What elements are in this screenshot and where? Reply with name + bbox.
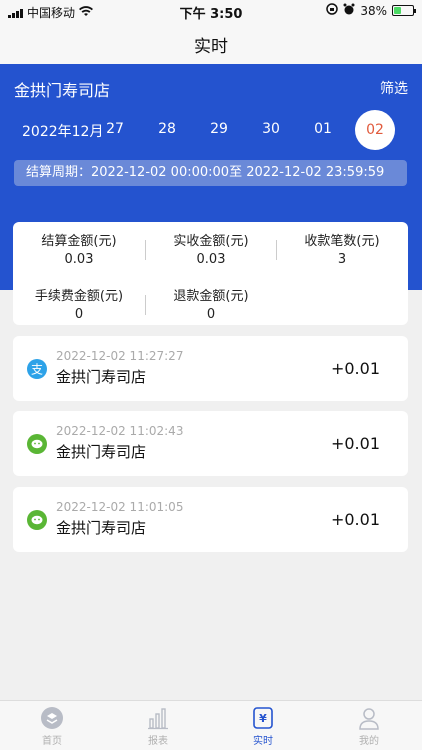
nav-bar: 实时 <box>0 22 422 64</box>
rotation-lock-icon <box>326 3 339 18</box>
battery-percent: 38% <box>360 3 387 18</box>
transaction-item[interactable]: 2022-12-02 11:01:05 金拱门寿司店 +0.01 <box>13 487 408 552</box>
transaction-time: 2022-12-02 11:01:05 <box>56 500 184 514</box>
stat-label: 实收金额(元) <box>173 234 249 249</box>
settlement-period: 结算周期：2022-12-02 00:00:00至 2022-12-02 23:… <box>14 160 407 186</box>
wechat-pay-icon <box>27 510 47 530</box>
summary-card: 结算金额(元) 0.03 实收金额(元) 0.03 收款笔数(元) 3 手续费金… <box>13 222 408 325</box>
transaction-item[interactable]: 2022-12-02 11:02:43 金拱门寿司店 +0.01 <box>13 411 408 476</box>
tab-home[interactable]: 首页 <box>22 705 82 747</box>
filter-button[interactable]: 筛选 <box>380 78 408 98</box>
transaction-store: 金拱门寿司店 <box>56 443 147 461</box>
profile-icon <box>359 708 379 730</box>
transaction-amount: +0.01 <box>330 434 380 453</box>
alipay-icon: 支 <box>27 359 47 379</box>
date-item[interactable]: 30 <box>256 121 286 137</box>
received-amount-stat: 实收金额(元) 0.03 <box>145 230 277 267</box>
svg-text:¥: ¥ <box>259 712 267 725</box>
transaction-amount: +0.01 <box>330 359 380 378</box>
svg-text:支: 支 <box>31 363 43 377</box>
yuan-realtime-icon: ¥ <box>253 707 273 729</box>
wechat-pay-icon <box>27 434 47 454</box>
tab-label: 我的 <box>359 736 379 747</box>
fee-amount-stat: 手续费金额(元) 0 <box>13 285 145 322</box>
tab-report[interactable]: 报表 <box>128 705 188 747</box>
transaction-amount: +0.01 <box>330 510 380 529</box>
tab-label: 实时 <box>253 736 273 747</box>
page-title: 实时 <box>194 37 228 57</box>
alarm-icon <box>343 3 355 18</box>
date-item-selected[interactable]: 02 <box>355 110 395 150</box>
date-item[interactable]: 27 <box>100 121 130 137</box>
stat-label: 收款笔数(元) <box>304 234 380 249</box>
tab-label: 首页 <box>42 736 62 747</box>
month-label: 2022年12月 <box>22 124 104 140</box>
payment-count-stat: 收款笔数(元) 3 <box>276 230 408 267</box>
transaction-time: 2022-12-02 11:02:43 <box>56 424 184 438</box>
transaction-time: 2022-12-02 11:27:27 <box>56 349 184 363</box>
stat-label: 退款金额(元) <box>173 289 249 304</box>
status-right: 38% <box>326 3 416 18</box>
tab-realtime[interactable]: ¥ 实时 <box>233 705 293 747</box>
date-item[interactable]: 29 <box>204 121 234 137</box>
home-icon <box>41 707 63 729</box>
date-item[interactable]: 28 <box>152 121 182 137</box>
stat-value: 0.03 <box>196 252 226 267</box>
date-strip: 2022年12月 27 28 29 30 01 02 <box>0 110 422 150</box>
stat-label: 手续费金额(元) <box>34 289 124 304</box>
transaction-store: 金拱门寿司店 <box>56 519 147 537</box>
stat-value: 0 <box>206 307 216 322</box>
tab-bar: 首页 报表 ¥ 实时 我的 <box>0 700 422 750</box>
transaction-item[interactable]: 支 2022-12-02 11:27:27 金拱门寿司店 +0.01 <box>13 336 408 401</box>
battery-icon <box>392 5 416 16</box>
tab-label: 报表 <box>148 736 168 747</box>
stat-value: 3 <box>337 252 347 267</box>
tab-profile[interactable]: 我的 <box>339 705 399 747</box>
settle-amount-stat: 结算金额(元) 0.03 <box>13 230 145 267</box>
stat-label: 结算金额(元) <box>41 234 117 249</box>
store-name: 金拱门寿司店 <box>14 81 111 100</box>
refund-amount-stat: 退款金额(元) 0 <box>145 285 277 322</box>
stat-value: 0 <box>74 307 84 322</box>
stat-value: 0.03 <box>64 252 94 267</box>
status-bar: 中国移动 下午 3:50 38% <box>0 0 422 22</box>
transaction-store: 金拱门寿司店 <box>56 368 147 386</box>
date-item[interactable]: 01 <box>308 121 338 137</box>
report-chart-icon <box>148 708 168 730</box>
